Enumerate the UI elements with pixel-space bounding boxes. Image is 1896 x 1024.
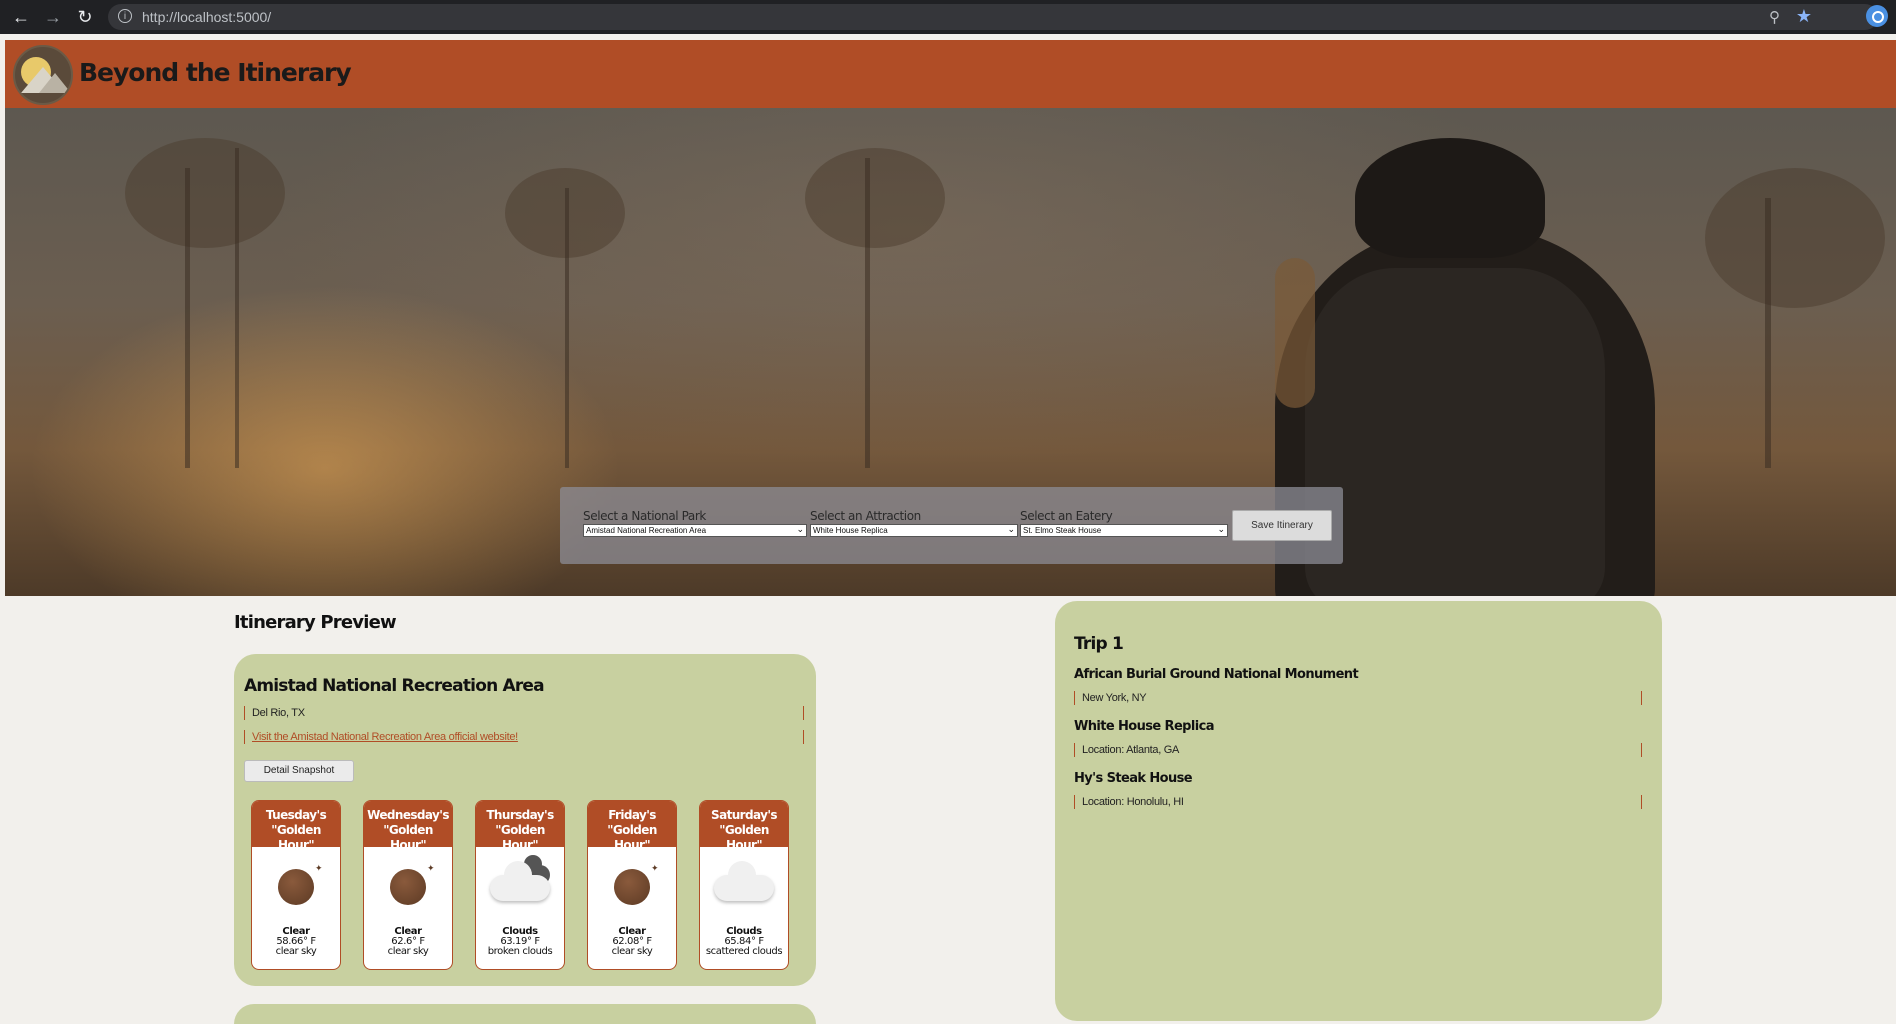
itinerary-selector-panel: Select a National Park Amistad National … — [560, 487, 1343, 564]
next-park-card — [234, 1004, 816, 1024]
forward-arrow-icon[interactable]: → — [42, 6, 64, 28]
forecast-text: Clear 62.6° F clear sky — [364, 927, 452, 957]
address-bar[interactable]: i http://localhost:5000/ ⚲ ★ — [108, 4, 1878, 30]
cloud-shape — [490, 861, 550, 901]
zoom-icon[interactable]: ⚲ — [1769, 8, 1780, 26]
park-website-line: Visit the Amistad National Recreation Ar… — [244, 730, 804, 744]
park-card: Amistad National Recreation Area Del Rio… — [234, 654, 816, 986]
site-logo[interactable] — [13, 45, 73, 105]
trip-park-location: New York, NY — [1074, 691, 1642, 705]
site-title: Beyond the Itinerary — [79, 58, 352, 87]
itinerary-preview-heading: Itinerary Preview — [234, 612, 397, 633]
park-select-group: Select a National Park Amistad National … — [583, 509, 807, 537]
forecast-card: Saturday's "Golden Hour" Clouds 65.84° F… — [699, 800, 789, 970]
star-shape: ✦ — [651, 863, 659, 873]
save-itinerary-button[interactable]: Save Itinerary — [1232, 510, 1332, 541]
forecast-card: Wednesday's "Golden Hour" ✦ Clear 62.6° … — [363, 800, 453, 970]
trip-park-name: African Burial Ground National Monument — [1074, 667, 1359, 682]
park-location: Del Rio, TX — [244, 706, 804, 720]
info-icon[interactable]: i — [118, 9, 132, 23]
backpack — [1305, 268, 1605, 596]
reload-icon[interactable]: ↻ — [74, 6, 96, 28]
cloud-shape — [714, 861, 774, 901]
broken-clouds-icon — [476, 847, 564, 927]
park-select-label: Select a National Park — [583, 509, 706, 523]
forecast-header: Thursday's "Golden Hour" — [476, 801, 564, 852]
clear-night-icon: ✦ — [588, 847, 676, 927]
forecast-desc: scattered clouds — [705, 946, 783, 957]
forecast-card: Tuesday's "Golden Hour" ✦ Clear 58.66° F… — [251, 800, 341, 970]
tree-foliage — [805, 148, 945, 248]
eatery-select[interactable]: St. Elmo Steak House ⌄ — [1020, 524, 1228, 537]
trip-attraction-name: White House Replica — [1074, 719, 1214, 734]
tree-trunk — [235, 148, 239, 468]
tree-foliage — [125, 138, 285, 248]
site-header: Beyond the Itinerary — [5, 40, 1896, 108]
star-shape: ✦ — [315, 863, 323, 873]
park-select-value: Amistad National Recreation Area — [586, 526, 707, 535]
chevron-down-icon: ⌄ — [796, 524, 804, 534]
trip-eatery-name: Hy's Steak House — [1074, 771, 1193, 786]
eatery-select-value: St. Elmo Steak House — [1023, 526, 1102, 535]
park-website-link[interactable]: Visit the Amistad National Recreation Ar… — [252, 731, 518, 743]
browser-toolbar: ← → ↻ i http://localhost:5000/ ⚲ ★ — [0, 0, 1896, 34]
park-select[interactable]: Amistad National Recreation Area ⌄ — [583, 524, 807, 537]
tree-trunk — [1765, 198, 1771, 468]
chevron-down-icon: ⌄ — [1217, 524, 1225, 534]
attraction-select-value: White House Replica — [813, 526, 888, 535]
forecast-day: Wednesday's — [367, 808, 449, 822]
forecast-desc: clear sky — [275, 946, 317, 957]
chevron-down-icon: ⌄ — [1007, 524, 1015, 534]
moon-shape — [614, 869, 650, 905]
forecast-header: Friday's "Golden Hour" — [588, 801, 676, 852]
trip-attraction-location: Location: Atlanta, GA — [1074, 743, 1642, 757]
forecast-header: Wednesday's "Golden Hour" — [364, 801, 452, 852]
eatery-select-group: Select an Eatery St. Elmo Steak House ⌄ — [1020, 509, 1228, 537]
forecast-day: Thursday's — [486, 808, 554, 822]
forecast-text: Clouds 63.19° F broken clouds — [476, 927, 564, 957]
moon-shape — [390, 869, 426, 905]
forecast-day: Tuesday's — [265, 808, 327, 822]
backpack-strap — [1275, 258, 1315, 408]
attraction-select-group: Select an Attraction White House Replica… — [810, 509, 1018, 537]
detail-snapshot-button[interactable]: Detail Snapshot — [244, 760, 354, 782]
tree-trunk — [865, 158, 870, 468]
tree-trunk — [185, 168, 190, 468]
forecast-desc: clear sky — [611, 946, 653, 957]
clear-night-icon: ✦ — [252, 847, 340, 927]
back-arrow-icon[interactable]: ← — [10, 6, 32, 28]
trip-card: Trip 1 African Burial Ground National Mo… — [1055, 601, 1662, 1021]
scattered-clouds-icon — [700, 847, 788, 927]
trip-eatery-location: Location: Honolulu, HI — [1074, 795, 1642, 809]
attraction-select-label: Select an Attraction — [810, 509, 921, 523]
eatery-select-label: Select an Eatery — [1020, 509, 1113, 523]
backpacker-hat — [1355, 138, 1545, 258]
trip-title: Trip 1 — [1074, 634, 1124, 654]
bookmark-star-icon[interactable]: ★ — [1796, 6, 1812, 27]
clear-night-icon: ✦ — [364, 847, 452, 927]
moon-shape — [278, 869, 314, 905]
forecast-header: Saturday's "Golden Hour" — [700, 801, 788, 852]
forecast-desc: broken clouds — [487, 946, 553, 957]
forecast-card: Friday's "Golden Hour" ✦ Clear 62.08° F … — [587, 800, 677, 970]
forecast-text: Clouds 65.84° F scattered clouds — [700, 927, 788, 957]
park-name: Amistad National Recreation Area — [244, 676, 545, 696]
forecast-text: Clear 58.66° F clear sky — [252, 927, 340, 957]
forecast-day: Friday's — [608, 808, 656, 822]
forecast-desc: clear sky — [387, 946, 429, 957]
forecast-text: Clear 62.08° F clear sky — [588, 927, 676, 957]
url-text[interactable]: http://localhost:5000/ — [142, 4, 271, 30]
forecast-header: Tuesday's "Golden Hour" — [252, 801, 340, 852]
forecast-card: Thursday's "Golden Hour" Clouds 63.19° F… — [475, 800, 565, 970]
forecast-day: Saturday's — [711, 808, 778, 822]
tree-trunk — [565, 188, 569, 468]
extension-icon[interactable] — [1866, 5, 1888, 27]
star-shape: ✦ — [427, 863, 435, 873]
tree-foliage — [1705, 168, 1885, 308]
attraction-select[interactable]: White House Replica ⌄ — [810, 524, 1018, 537]
logo-mountain-small — [39, 73, 71, 93]
